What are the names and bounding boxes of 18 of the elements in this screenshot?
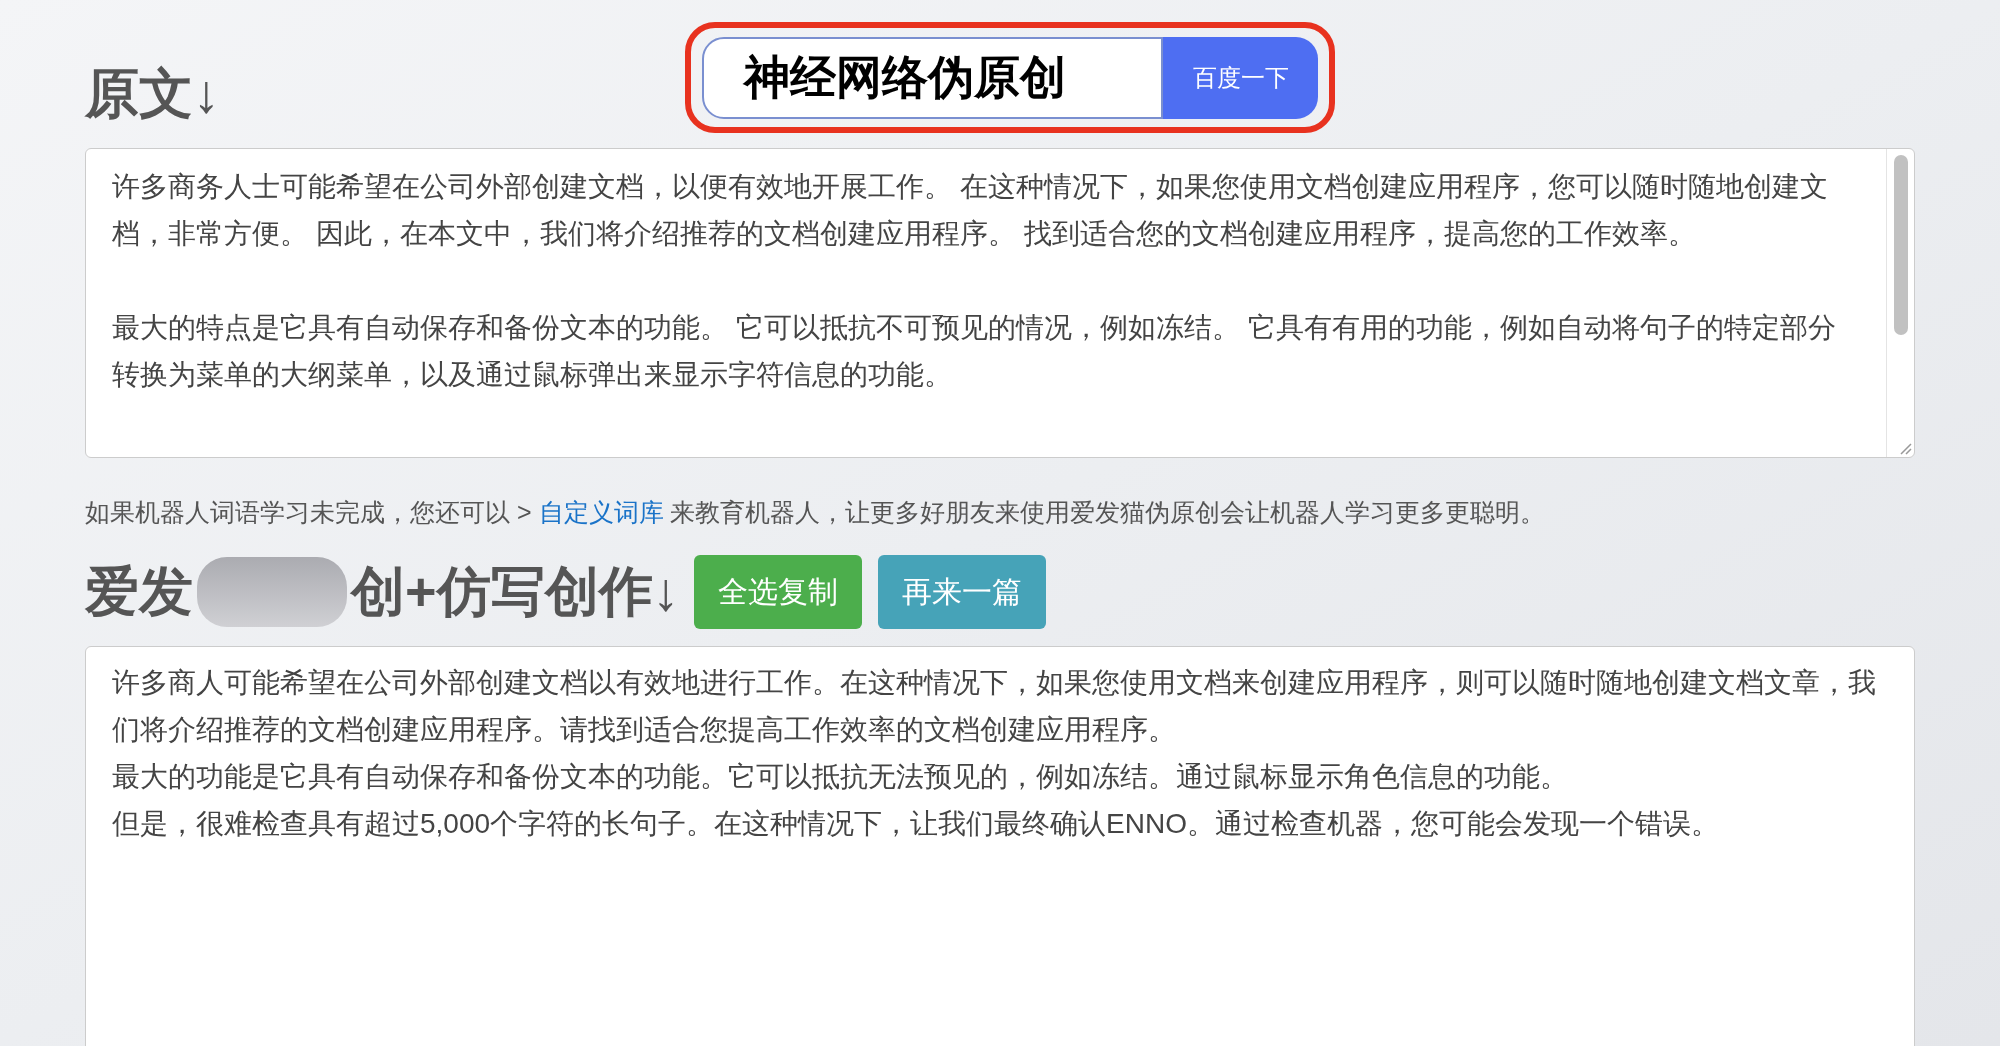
action-button[interactable]: 全选复制 (693, 554, 862, 629)
paragraph: 最大的特点是它具有自动保存和备份文本的功能。 它可以抵抗不可预见的情况，例如冻结。 它具有有用的功能，例如自动将句子的特定部分转换为菜单的大纲菜单，以及通过鼠标弹出来显示字符信息的功能。 (112, 311, 1837, 392)
section-heading: 爱发 (85, 560, 193, 623)
paragraph: 许多商人可能希望在公司外部创建文档以有效地进行工作。在这种情况下，如果您使用文档来创建应用程序，则可以随时随地创建文档文章，我们将介绍推荐的文档创建应用程序。请找到适合您提高工作效率的文档创建应用程序。 (112, 665, 1877, 747)
text-area[interactable] (85, 645, 1915, 1046)
paragraph: 最大的功能是它具有自动保存和备份文本的功能。它可以抵抗无法预见的，例如冻结。通过鼠标显示角色信息的功能。 (112, 759, 1569, 794)
resize-grip-icon[interactable] (1898, 441, 1912, 455)
paragraph: 但是，很难检查具有超过5,000个字符的长句子。在这种情况下，让我们最终确认ENNO。通过检查机器，您可能会发现一个错误。 (112, 806, 1720, 841)
text-area[interactable] (85, 148, 1915, 458)
hint-text: 如果机器人词语学习未完成，您还可以 > 自定义词库 来教育机器人，让更多好朋友来使用爱发猫伪原创会让机器人学习更多更聪明。 (85, 497, 1547, 528)
search-field[interactable]: 神经网络伪原创 (702, 36, 1163, 119)
section-heading: 原文↓ (85, 62, 220, 125)
action-button[interactable]: 再来一篇 (877, 554, 1046, 629)
scrollbar-thumb[interactable] (1893, 155, 1908, 335)
custom-dictionary-link[interactable]: 自定义词库 (538, 498, 664, 526)
paragraph: 许多商务人士可能希望在公司外部创建文档，以便有效地开展工作。 在这种情况下，如果您使用文档创建应用程序，您可以随时随地创建文档，非常方便。 因此，在本文中，我们将介绍推荐的文档创建应用程序。 找到适合您的文档创建应用程序，提高您的工作效率。 (112, 170, 1829, 251)
search-button[interactable]: 百度一下 (1163, 36, 1318, 119)
section-heading: 创+仿写创作↓ (351, 560, 680, 623)
